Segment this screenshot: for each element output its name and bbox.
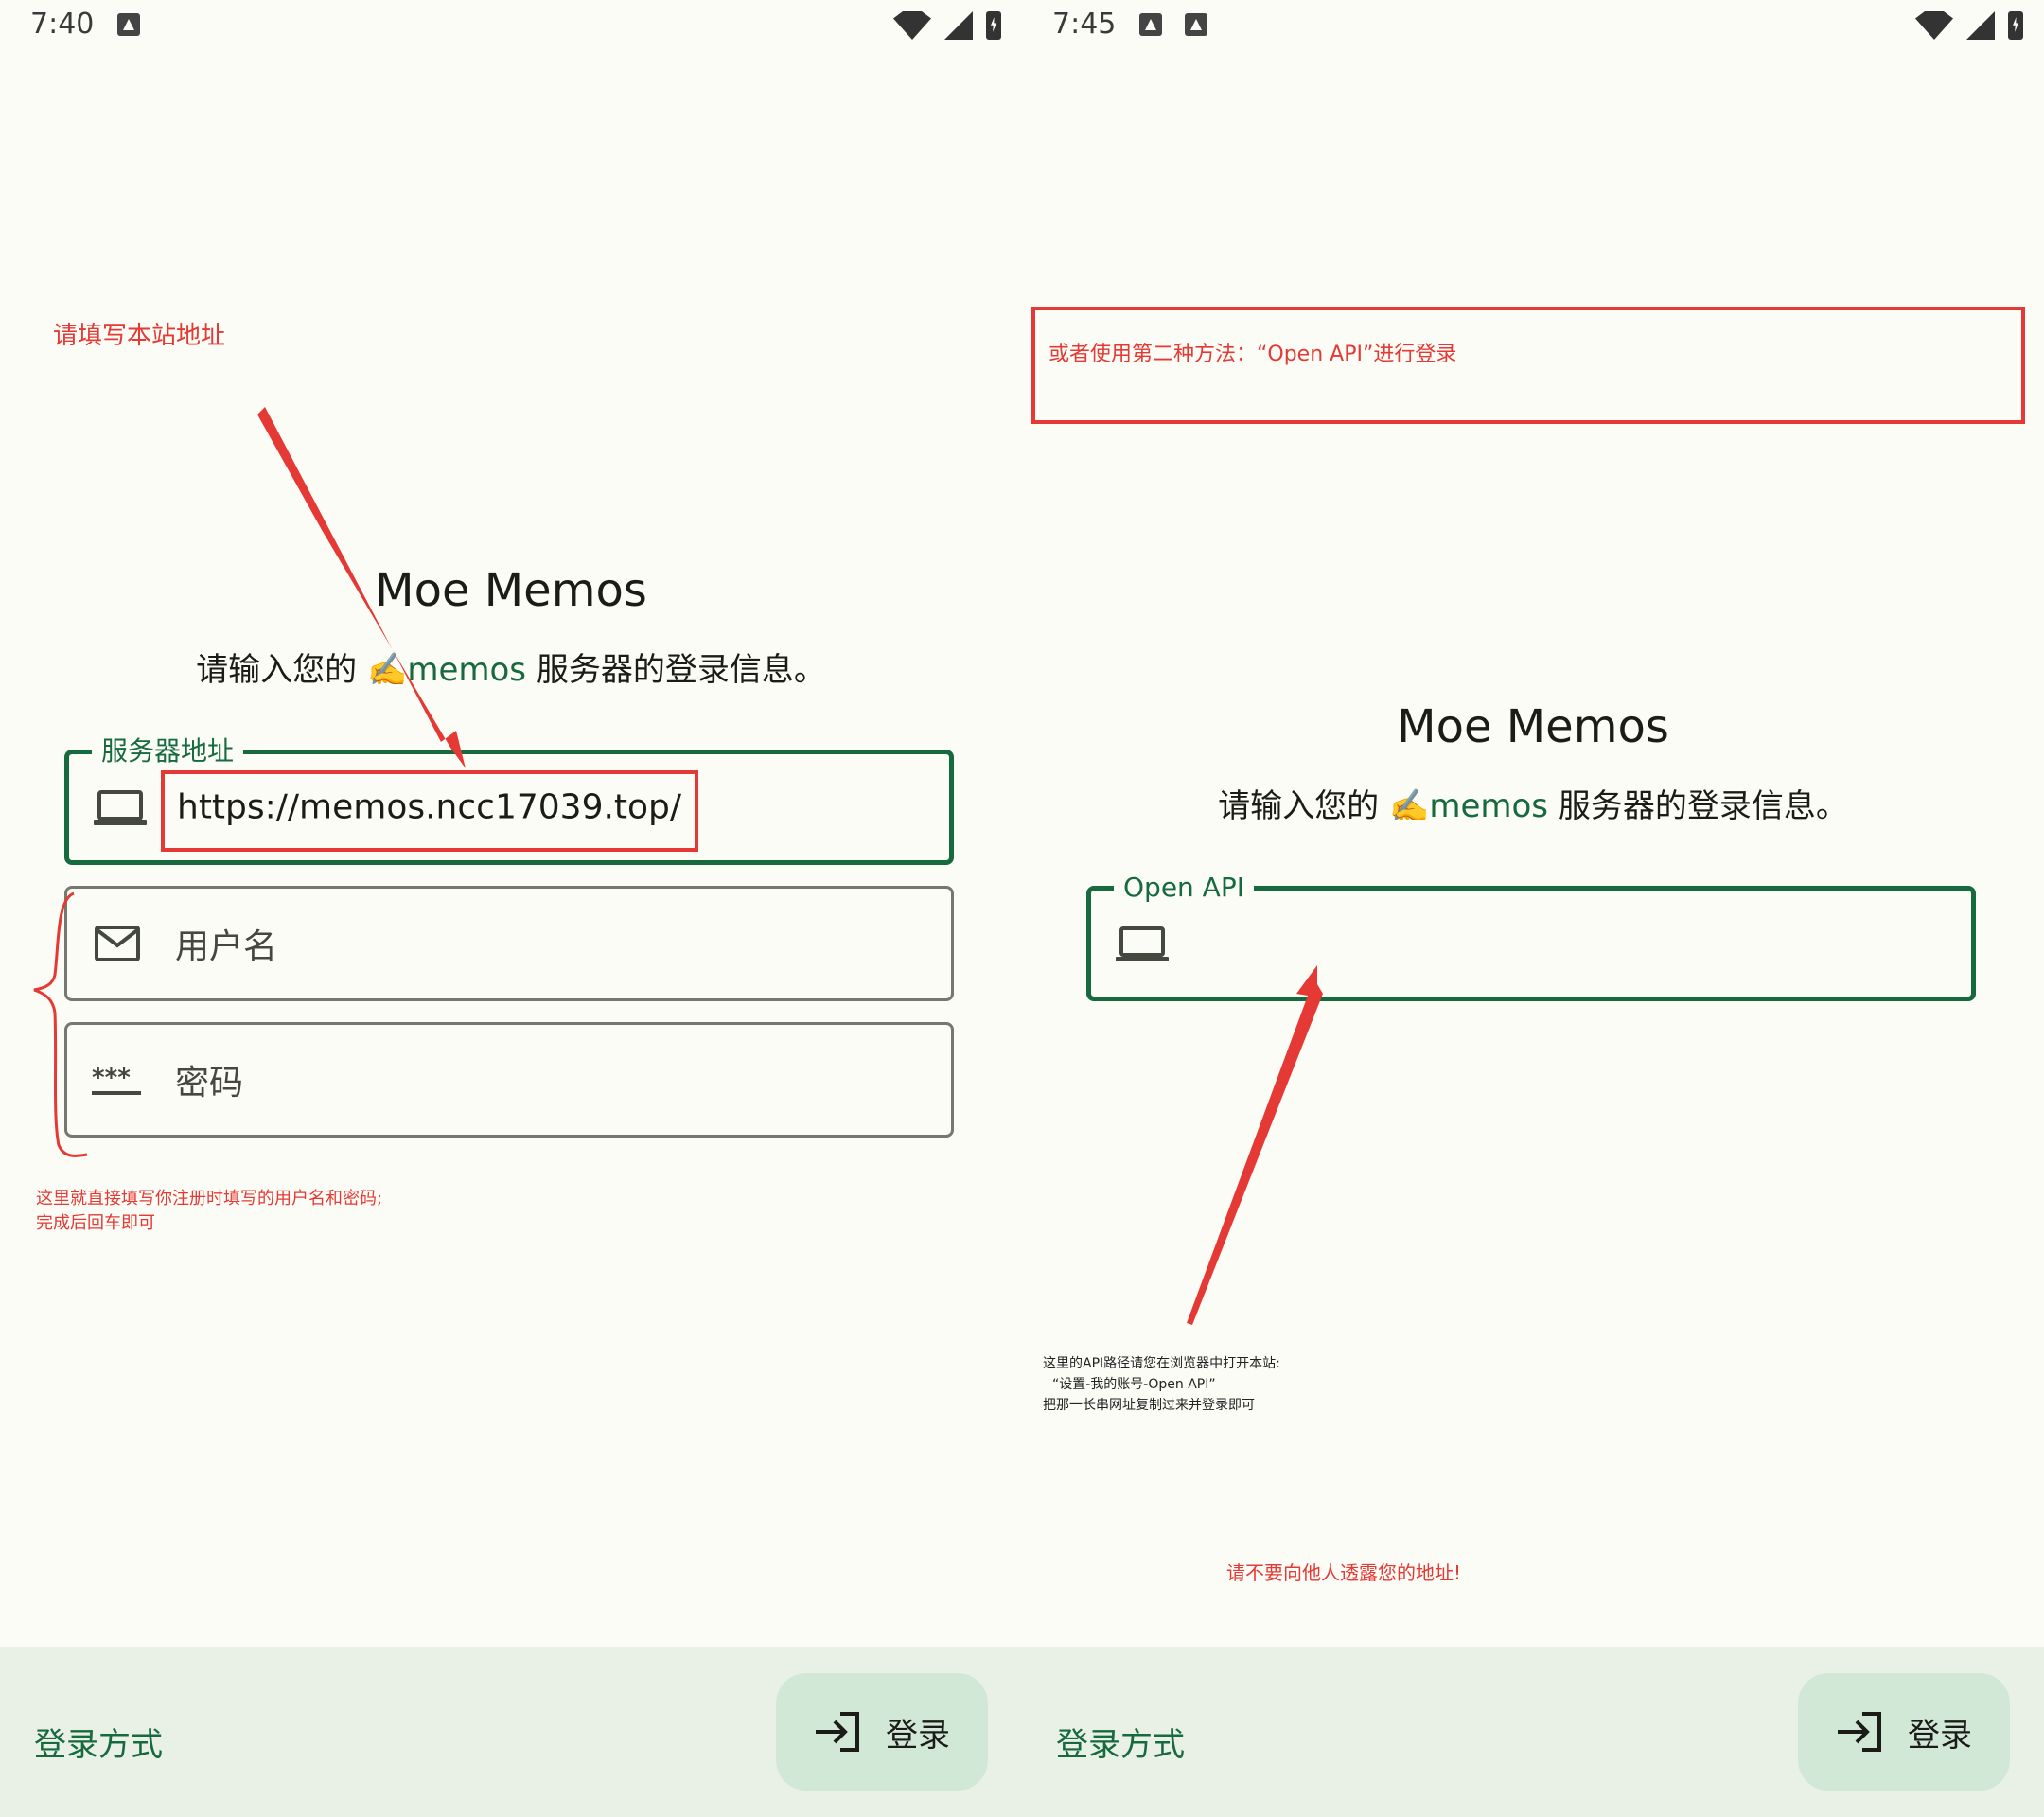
annotation-highlight-box — [161, 770, 698, 852]
laptop-icon — [1116, 926, 1169, 961]
annotation-api-line3: 把那一长串网址复制过来并登录即可 — [1043, 1398, 1255, 1413]
app-title: Moe Memos — [375, 564, 647, 617]
annotation-api-instructions: 这里的API路径请您在浏览器中打开本站: “设置-我的账号-Open API” … — [1043, 1353, 1280, 1416]
annotation-credentials-line2: 完成后回车即可 — [36, 1213, 155, 1233]
a-icon — [117, 13, 140, 36]
laptop-icon — [94, 790, 147, 825]
annotation-method2: 或者使用第二种方法：“Open API”进行登录 — [1048, 343, 1457, 366]
annotation-arrow — [1187, 965, 1323, 1325]
server-address-label: 服务器地址 — [92, 735, 244, 767]
status-bar: 7:40 — [0, 0, 1022, 53]
annotation-method2-box: 或者使用第二种方法：“Open API”进行登录 — [1031, 307, 2025, 424]
subtitle-prefix: 请输入您的 — [196, 651, 367, 689]
login-subtitle: 请输入您的 ✍️memos 服务器的登录信息。 — [0, 644, 1022, 690]
login-screen-password: 7:40 Moe Memos 请输入您的 ✍️memos 服务器的登录信息。 服… — [0, 0, 1022, 1817]
writing-hand-icon: ✍️ — [366, 651, 408, 689]
bottom-bar: 登录方式 登录 — [0, 1647, 1022, 1817]
status-notification-icons — [1139, 13, 1207, 36]
login-screen-open-api: 7:45 或者使用第二种方法：“Open API”进行登录 Moe Memos … — [1022, 0, 2044, 1817]
status-system-icons — [893, 11, 1001, 40]
app-title: Moe Memos — [1397, 700, 1669, 753]
status-notification-icons — [117, 13, 140, 36]
battery-charging-icon — [2008, 11, 2023, 40]
mail-icon — [95, 926, 140, 961]
wifi-icon — [1915, 11, 1953, 40]
memos-link[interactable]: memos — [1429, 787, 1548, 825]
annotation-fill-site: 请填写本站地址 — [53, 322, 226, 350]
svg-text:***: *** — [92, 1064, 131, 1092]
battery-charging-icon — [986, 11, 1001, 40]
login-subtitle: 请输入您的 ✍️memos 服务器的登录信息。 — [1022, 780, 2044, 826]
annotation-credentials-note: 这里就直接填写你注册时填写的用户名和密码; 完成后回车即可 — [36, 1187, 382, 1236]
login-icon — [816, 1712, 859, 1752]
subtitle-suffix: 服务器的登录信息。 — [1548, 787, 1848, 825]
open-api-field[interactable]: Open API — [1086, 872, 1976, 1001]
annotation-api-line2: “设置-我的账号-Open API” — [1052, 1377, 1216, 1392]
password-icon: *** — [92, 1064, 141, 1095]
annotation-warning: 请不要向他人透露您的地址! — [1226, 1561, 1462, 1584]
status-system-icons — [1915, 11, 2023, 40]
login-icon — [1838, 1712, 1881, 1752]
bottom-bar: 登录方式 登录 — [1022, 1647, 2044, 1817]
login-button-label: 登录 — [886, 1716, 950, 1755]
login-method-button[interactable]: 登录方式 — [34, 1719, 163, 1765]
login-method-button[interactable]: 登录方式 — [1056, 1719, 1185, 1765]
signal-icon — [1966, 11, 1995, 40]
password-field[interactable]: *** 密码 — [64, 1022, 954, 1138]
open-api-label: Open API — [1114, 872, 1254, 904]
a-icon — [1185, 13, 1207, 36]
memos-link[interactable]: memos — [407, 651, 526, 689]
login-button[interactable]: 登录 — [776, 1673, 988, 1791]
status-time: 7:45 — [1052, 8, 1117, 41]
annotation-api-line1: 这里的API路径请您在浏览器中打开本站: — [1043, 1356, 1280, 1371]
annotation-credentials-line1: 这里就直接填写你注册时填写的用户名和密码; — [36, 1189, 383, 1208]
signal-icon — [944, 11, 973, 40]
username-field[interactable]: 用户名 — [64, 886, 954, 1001]
login-button[interactable]: 登录 — [1798, 1673, 2010, 1791]
username-input[interactable]: 用户名 — [175, 919, 277, 968]
status-bar: 7:45 — [1022, 0, 2044, 53]
subtitle-suffix: 服务器的登录信息。 — [526, 651, 826, 689]
login-button-label: 登录 — [1908, 1716, 1972, 1755]
subtitle-prefix: 请输入您的 — [1218, 787, 1389, 825]
wifi-icon — [893, 11, 931, 40]
writing-hand-icon: ✍️ — [1388, 787, 1430, 825]
password-input[interactable]: 密码 — [175, 1055, 243, 1104]
status-time: 7:40 — [30, 8, 95, 41]
image-icon — [1139, 13, 1162, 36]
